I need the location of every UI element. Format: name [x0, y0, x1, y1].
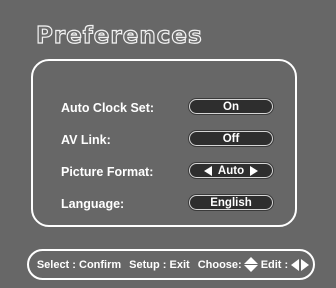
help-select-confirm: Select : Confirm	[36, 258, 122, 271]
auto-clock-value-button[interactable]: On	[189, 99, 273, 114]
help-bar: Select : Confirm Setup : Exit Choose: Ed…	[27, 249, 315, 280]
setting-value: Off	[222, 132, 240, 145]
setting-value: English	[210, 196, 252, 209]
language-value-button[interactable]: English	[189, 195, 273, 210]
setting-row-av-link: AV Link: Off	[33, 130, 295, 152]
setting-label: AV Link:	[61, 133, 111, 147]
setting-label: Auto Clock Set:	[61, 101, 155, 115]
up-down-arrows-icon	[243, 257, 258, 272]
setting-value: Auto	[217, 164, 245, 177]
help-edit: Edit :	[260, 258, 289, 271]
help-choose: Choose:	[197, 258, 242, 271]
setting-row-language: Language: English	[33, 194, 295, 216]
picture-format-selector[interactable]: Auto	[189, 163, 273, 178]
settings-panel: Auto Clock Set: On AV Link: Off Picture …	[31, 59, 297, 227]
setting-value: On	[223, 100, 239, 113]
setting-row-picture-format: Picture Format: Auto	[33, 162, 295, 184]
av-link-value-button[interactable]: Off	[189, 131, 273, 146]
right-arrow-icon	[301, 258, 310, 271]
arrow-right-icon[interactable]	[250, 165, 259, 176]
left-arrow-icon	[291, 258, 300, 271]
page-title: Preferences	[35, 22, 203, 49]
arrow-left-icon[interactable]	[203, 165, 212, 176]
setting-row-auto-clock: Auto Clock Set: On	[33, 98, 295, 120]
help-setup-exit: Setup : Exit	[129, 258, 190, 271]
setting-label: Language:	[61, 197, 125, 211]
setting-label: Picture Format:	[61, 165, 154, 179]
